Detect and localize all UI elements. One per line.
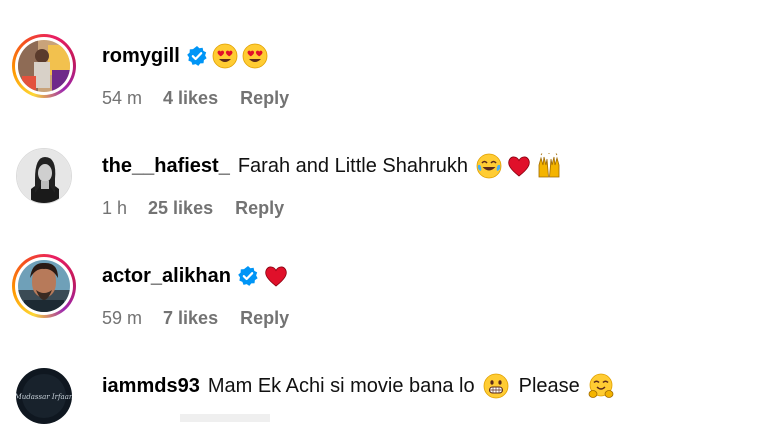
avatar-story-ring[interactable] [12, 254, 76, 318]
avatar-story-ring[interactable] [12, 34, 76, 98]
avatar[interactable] [12, 144, 76, 208]
comment-text-continued: Please [518, 374, 580, 397]
comment-item: the__hafiest_ Farah and Little Shahrukh … [0, 110, 759, 220]
likes-count-link[interactable]: 4 likes [163, 88, 218, 109]
avatar [18, 40, 70, 92]
avatar-logo-text: Mudassar Irfaan [16, 393, 72, 401]
raising-hands-emoji-icon [538, 153, 560, 178]
likes-count-link[interactable]: 7 likes [163, 308, 218, 329]
comment-item: romygill 54 m 4 likes Reply [0, 0, 759, 110]
username-link[interactable]: iammds93 [102, 375, 200, 398]
username-link[interactable]: actor_alikhan [102, 265, 231, 288]
likes-count-link[interactable]: 25 likes [148, 198, 213, 219]
comment-timestamp: 59 m [102, 307, 143, 328]
heart-eyes-emoji-icon [212, 43, 238, 69]
grinning-teeth-emoji-icon [483, 373, 509, 399]
comment-text: Farah and Little Shahrukh [237, 154, 468, 177]
comment-item: Mudassar Irfaan iammds93 Mam Ek Achi si … [0, 330, 759, 428]
comment-text: Mam Ek Achi si movie bana lo [207, 374, 475, 397]
red-heart-emoji-icon [508, 156, 530, 177]
heart-eyes-emoji-icon [242, 43, 268, 69]
username-link[interactable]: romygill [102, 45, 180, 68]
comment-timestamp: 1 h [102, 197, 128, 218]
verified-badge-icon [238, 266, 258, 286]
avatar[interactable]: Mudassar Irfaan [12, 364, 76, 428]
username-link[interactable]: the__hafiest_ [102, 155, 230, 178]
truncated-meta-row [180, 414, 270, 422]
comment-timestamp: 54 m [102, 87, 143, 108]
red-heart-emoji-icon [265, 266, 287, 287]
verified-badge-icon [186, 46, 207, 66]
reply-button[interactable]: Reply [235, 198, 284, 219]
tears-of-joy-emoji-icon [476, 153, 502, 179]
comment-item: actor_alikhan 59 m 7 likes Reply [0, 220, 759, 330]
reply-button[interactable]: Reply [240, 308, 289, 329]
hugging-face-emoji-icon [588, 373, 614, 398]
avatar [18, 260, 70, 312]
reply-button[interactable]: Reply [240, 88, 289, 109]
